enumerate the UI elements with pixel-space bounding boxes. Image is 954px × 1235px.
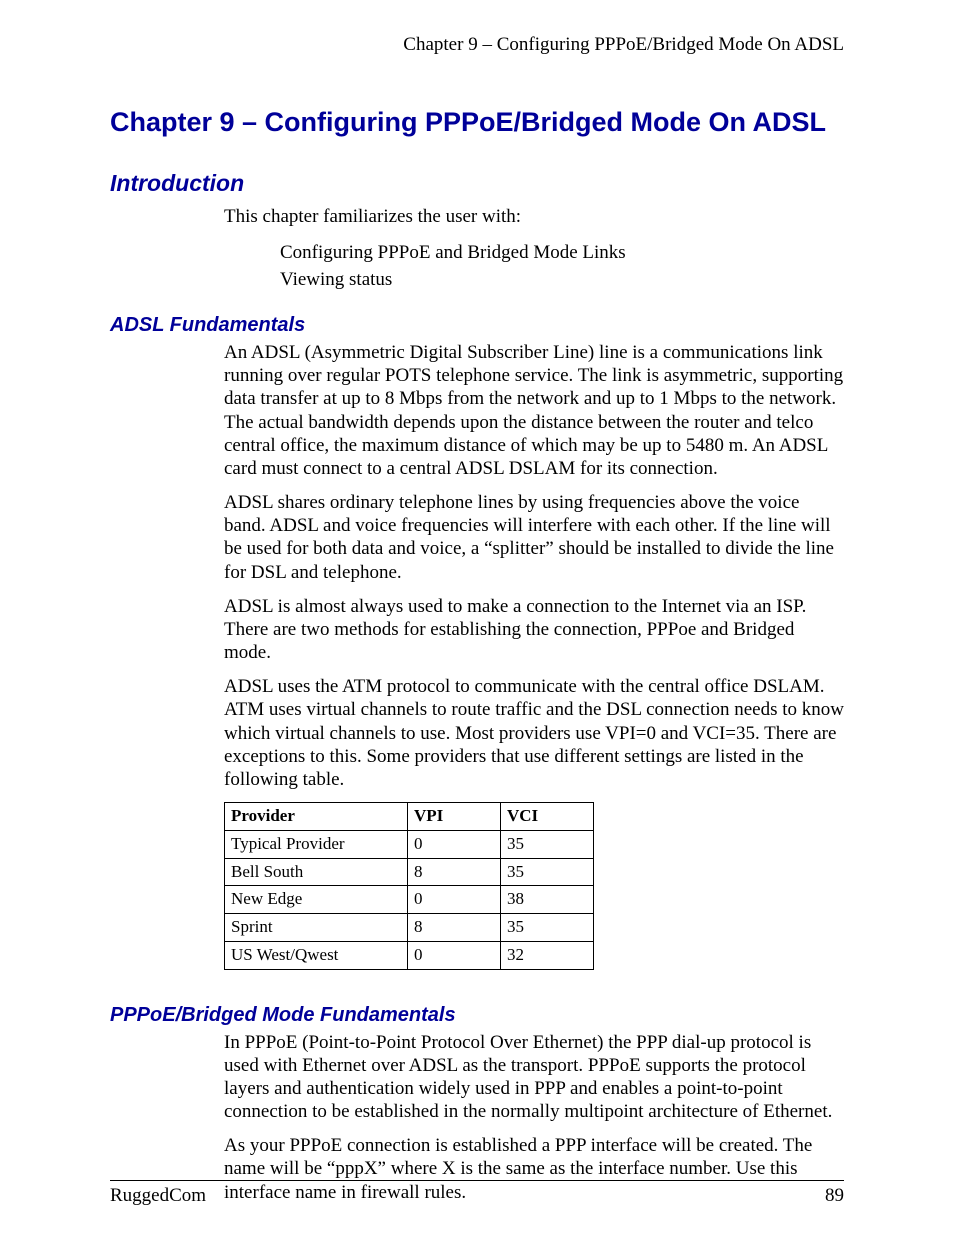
table-row: Bell South 8 35	[225, 858, 594, 886]
section-pppoe-heading: PPPoE/Bridged Mode Fundamentals	[110, 1004, 844, 1027]
section-intro-heading: Introduction	[110, 170, 844, 197]
table-row: New Edge 0 38	[225, 886, 594, 914]
cell-vpi: 0	[408, 830, 501, 858]
footer-brand: RuggedCom	[110, 1185, 206, 1207]
col-header-vci: VCI	[501, 803, 594, 831]
table-header-row: Provider VPI VCI	[225, 803, 594, 831]
paragraph: An ADSL (Asymmetric Digital Subscriber L…	[224, 341, 844, 480]
page-number: 89	[825, 1185, 844, 1207]
cell-vpi: 0	[408, 941, 501, 969]
cell-provider: New Edge	[225, 886, 408, 914]
cell-provider: Typical Provider	[225, 830, 408, 858]
intro-bullet: Configuring PPPoE and Bridged Mode Links	[280, 239, 844, 267]
cell-provider: US West/Qwest	[225, 941, 408, 969]
cell-vpi: 0	[408, 886, 501, 914]
cell-vpi: 8	[408, 914, 501, 942]
section-adsl-heading: ADSL Fundamentals	[110, 314, 844, 337]
intro-lead: This chapter familiarizes the user with:	[224, 205, 844, 228]
cell-provider: Bell South	[225, 858, 408, 886]
cell-vci: 32	[501, 941, 594, 969]
cell-provider: Sprint	[225, 914, 408, 942]
paragraph: ADSL shares ordinary telephone lines by …	[224, 491, 844, 584]
provider-table: Provider VPI VCI Typical Provider 0 35 B…	[224, 802, 594, 969]
cell-vci: 35	[501, 914, 594, 942]
col-header-vpi: VPI	[408, 803, 501, 831]
table-row: Sprint 8 35	[225, 914, 594, 942]
running-header: Chapter 9 – Configuring PPPoE/Bridged Mo…	[110, 34, 844, 56]
page-footer: RuggedCom 89	[110, 1180, 844, 1207]
paragraph: ADSL is almost always used to make a con…	[224, 595, 844, 665]
table-row: Typical Provider 0 35	[225, 830, 594, 858]
paragraph: ADSL uses the ATM protocol to communicat…	[224, 675, 844, 791]
intro-bullet-list: Configuring PPPoE and Bridged Mode Links…	[280, 239, 844, 294]
cell-vpi: 8	[408, 858, 501, 886]
col-header-provider: Provider	[225, 803, 408, 831]
intro-bullet: Viewing status	[280, 266, 844, 294]
cell-vci: 35	[501, 830, 594, 858]
cell-vci: 38	[501, 886, 594, 914]
chapter-title: Chapter 9 – Configuring PPPoE/Bridged Mo…	[110, 106, 844, 140]
paragraph: In PPPoE (Point-to-Point Protocol Over E…	[224, 1031, 844, 1124]
cell-vci: 35	[501, 858, 594, 886]
table-row: US West/Qwest 0 32	[225, 941, 594, 969]
